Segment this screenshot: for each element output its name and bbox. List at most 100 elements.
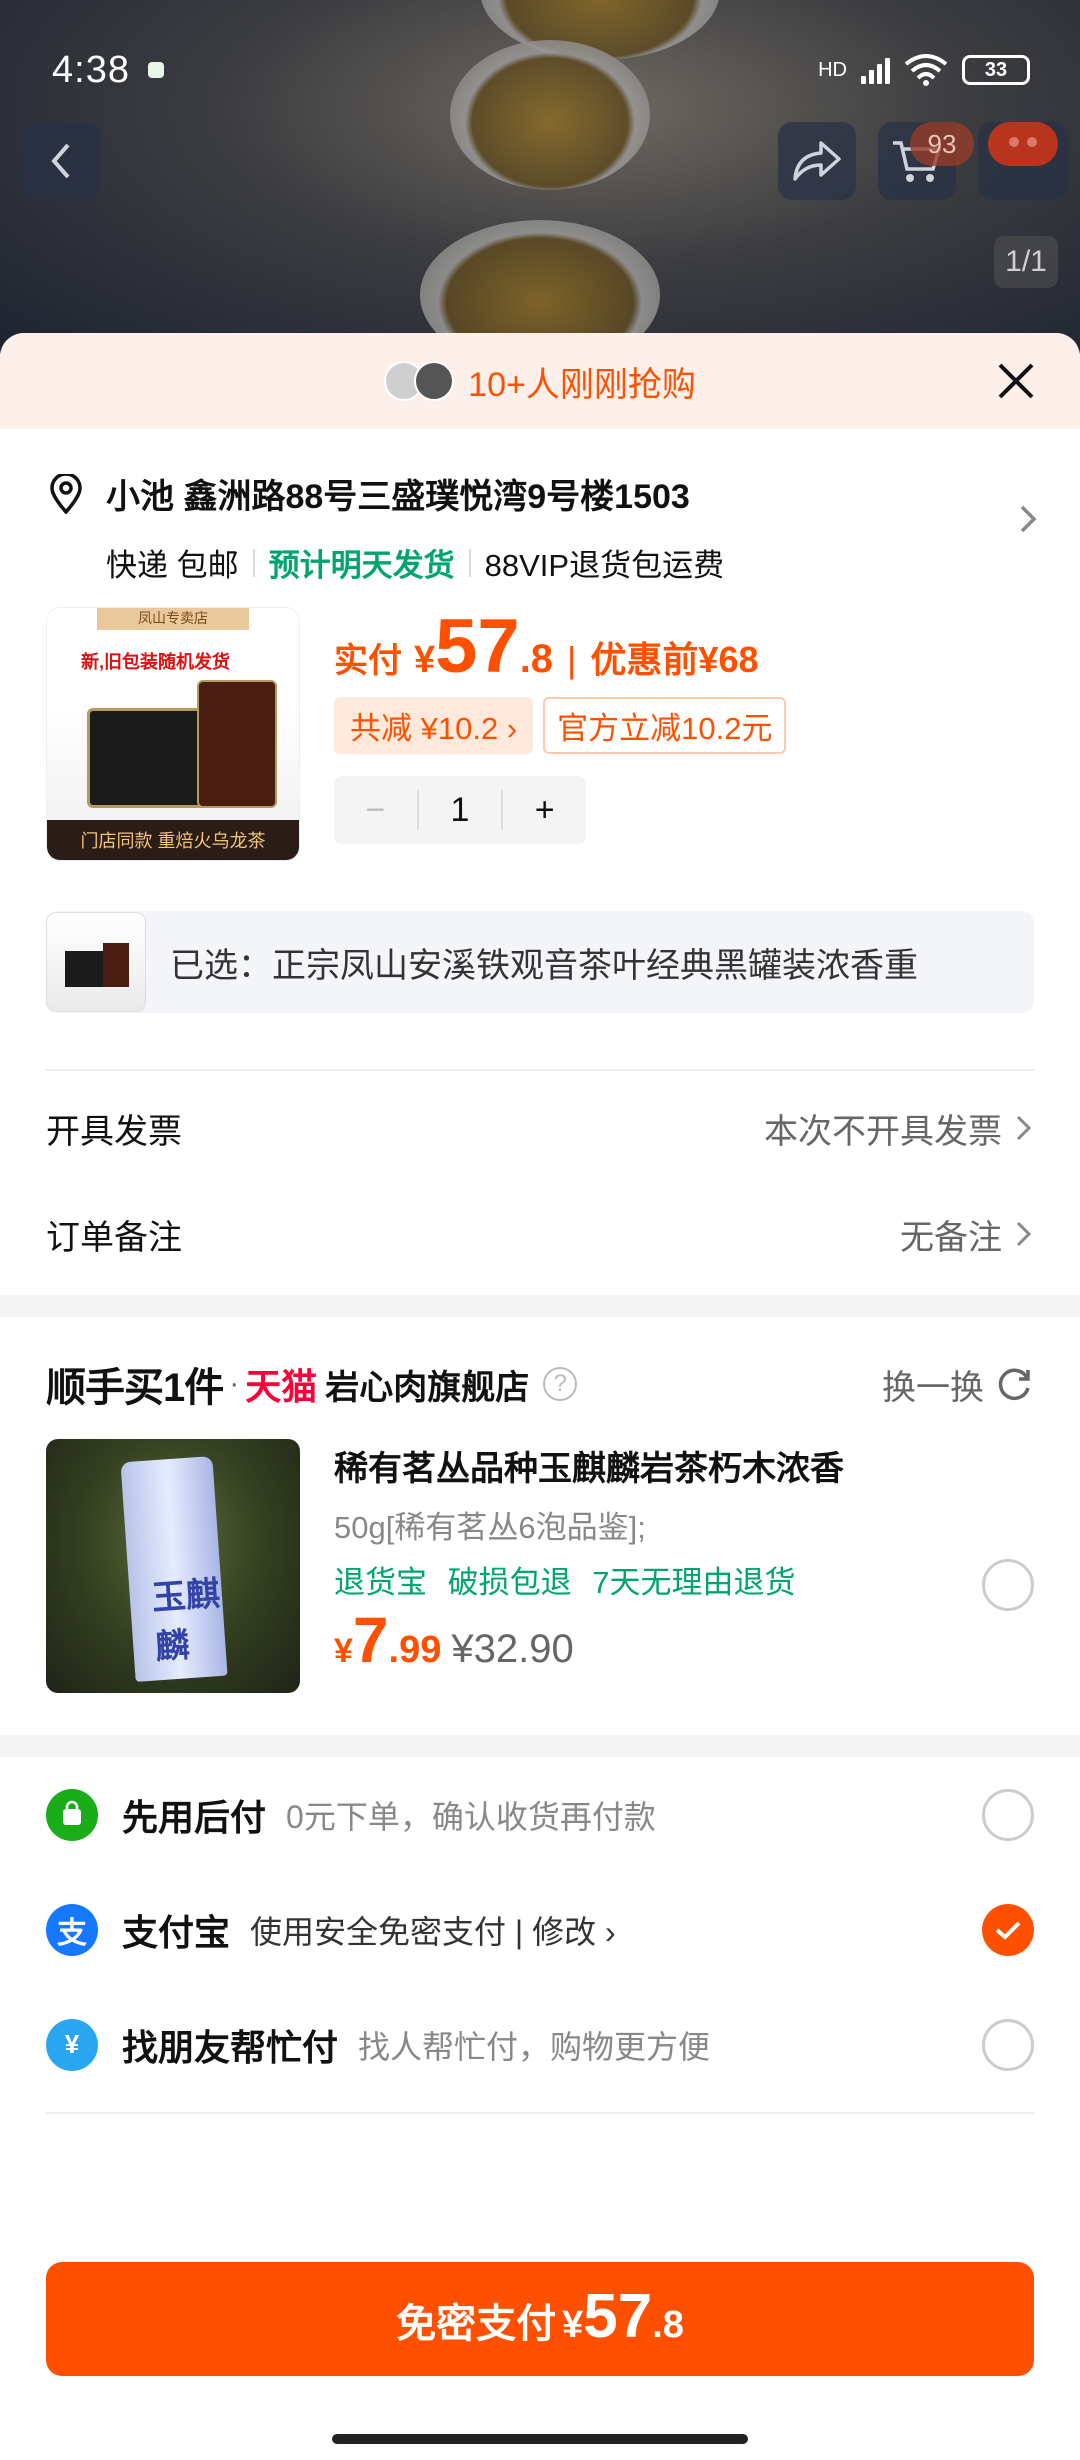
increase-button[interactable]: + [503, 791, 586, 830]
banner-text: 10+人刚刚抢购 [468, 365, 696, 404]
ship-method: 快递 包邮 [106, 548, 239, 583]
addon-item-image[interactable]: 玉麒麟 [46, 1439, 300, 1693]
avatar [414, 361, 455, 401]
before-discount-label: 优惠前 [590, 639, 699, 680]
pay-option-friend[interactable]: ¥ 找朋友帮忙付 找人帮忙付，购物更方便 [0, 1987, 1080, 2102]
remark-row[interactable]: 订单备注 无备注 [0, 1177, 1080, 1291]
addon-title: 顺手买1件 [46, 1366, 224, 1410]
before-discount-price: ¥68 [698, 639, 759, 680]
ship-eta: 预计明天发货 [268, 548, 455, 583]
addon-item-spec: 50g[稀有茗丛6泡品鉴]; [334, 1510, 646, 1545]
price-decimal: .8 [519, 637, 554, 681]
addon-old-price: ¥32.90 [451, 1627, 574, 1671]
battery-icon: 33 [962, 55, 1030, 85]
alipay-icon: 支 [46, 1903, 98, 1956]
close-icon[interactable] [996, 361, 1036, 401]
invoice-value: 本次不开具发票 [764, 1112, 1002, 1151]
pay-button-label: 免密支付 [396, 2302, 557, 2346]
quantity-stepper: − 1 + [334, 776, 586, 844]
remark-value: 无备注 [900, 1218, 1002, 1257]
paylater-icon [46, 1788, 98, 1841]
address-section[interactable]: 小池 鑫洲路88号三盛璞悦湾9号楼1503 快递 包邮 预计明天发货 88VIP… [0, 429, 1080, 589]
tmall-logo: 天猫 [245, 1366, 318, 1407]
more-badge [988, 122, 1058, 166]
addon-select-radio[interactable] [982, 1559, 1034, 1611]
paylater-name: 先用后付 [122, 1796, 267, 1838]
product-row: 凤山专卖店 新,旧包装随机发货 门店同款 重焙火乌龙茶 实付 ¥ 57 .8 |… [0, 607, 1080, 861]
friend-pay-name: 找朋友帮忙付 [122, 2026, 339, 2068]
addon-item-guarantees: 退货宝 破损包退 7天无理由退货 [334, 1565, 796, 1600]
addon-section: 顺手买1件 · 天猫 岩心肉旗舰店 ? 换一换 玉麒麟 稀有茗丛品种玉麒麟岩茶朽… [0, 1317, 1080, 1693]
friend-pay-desc: 找人帮忙付，购物更方便 [358, 2028, 711, 2065]
home-indicator[interactable] [332, 2434, 748, 2444]
section-gap [0, 1735, 1080, 1757]
dots-icon [1009, 137, 1037, 147]
addon-store-name[interactable]: 岩心肉旗舰店 [325, 1360, 529, 1409]
currency: ¥ [414, 639, 436, 681]
network-type: HD [818, 58, 847, 81]
image-pager: 1/1 [994, 236, 1058, 288]
notification-icon [147, 62, 164, 78]
chevron-right-icon [1016, 1115, 1032, 1141]
remark-label: 订单备注 [46, 1218, 182, 1257]
selected-sku[interactable]: 已选：正宗凤山安溪铁观音茶叶经典黑罐装浓香重 [46, 911, 1034, 1013]
alipay-name: 支付宝 [122, 1911, 231, 1953]
addon-price-decimal: .99 [388, 1629, 442, 1671]
paid-label: 实付 [334, 642, 402, 680]
addon-price-integer: 7 [352, 1604, 389, 1676]
location-pin-icon [50, 473, 82, 514]
official-discount-tag: 官方立减10.2元 [543, 697, 787, 754]
price-integer: 57 [435, 604, 520, 689]
paylater-desc: 0元下单，确认收货再付款 [286, 1798, 656, 1835]
swap-button[interactable]: 换一换 [882, 1360, 1034, 1409]
buyer-avatars [384, 361, 455, 401]
product-image-promo: 新,旧包装随机发货 [81, 652, 231, 672]
chevron-right-icon [1020, 505, 1037, 533]
friend-pay-radio[interactable] [982, 2018, 1034, 2071]
signal-icon [861, 56, 890, 84]
share-icon [793, 141, 841, 181]
friend-pay-icon: ¥ [46, 2018, 98, 2071]
help-icon[interactable]: ? [543, 1367, 578, 1401]
chevron-right-icon [1016, 1221, 1032, 1247]
product-image[interactable]: 凤山专卖店 新,旧包装随机发货 门店同款 重焙火乌龙茶 [46, 607, 300, 861]
decrease-button[interactable]: − [334, 791, 417, 830]
total-discount-text: 共减 ¥10.2 [350, 711, 499, 746]
chevron-left-icon [51, 143, 70, 179]
share-button[interactable] [778, 122, 856, 200]
addon-item[interactable]: 玉麒麟 稀有茗丛品种玉麒麟岩茶朽木浓香 50g[稀有茗丛6泡品鉴]; 退货宝 破… [46, 1439, 1034, 1693]
checkout-sheet: 10+人刚刚抢购 小池 鑫洲路88号三盛璞悦湾9号楼1503 快递 包邮 预计明… [0, 333, 1080, 2460]
invoice-row[interactable]: 开具发票 本次不开具发票 [0, 1071, 1080, 1185]
invoice-label: 开具发票 [46, 1112, 182, 1151]
price-line: 实付 ¥ 57 .8 | 优惠前 ¥68 [334, 604, 759, 689]
pay-button-price-integer: 57 [583, 2282, 653, 2351]
back-button[interactable] [22, 122, 100, 200]
alipay-radio-checked[interactable] [982, 1903, 1034, 1956]
swap-label: 换一换 [882, 1368, 984, 1407]
status-time: 4:38 [52, 48, 130, 91]
status-bar: 4:38 HD 33 [52, 40, 1030, 100]
wifi-icon [904, 54, 948, 86]
paylater-radio[interactable] [982, 1788, 1034, 1841]
store-label: 凤山专卖店 [97, 608, 249, 630]
pay-option-paylater[interactable]: 先用后付 0元下单，确认收货再付款 [0, 1757, 1080, 1872]
total-discount-tag[interactable]: 共减 ¥10.2 › [334, 697, 534, 754]
cart-count-badge: 93 [910, 122, 974, 166]
alipay-desc[interactable]: 使用安全免密支付 | 修改 › [250, 1907, 616, 1953]
address-text: 小池 鑫洲路88号三盛璞悦湾9号楼1503 [106, 478, 690, 516]
product-image-caption: 门店同款 重焙火乌龙茶 [47, 820, 299, 860]
addon-bag-text: 玉麒麟 [150, 1574, 222, 1667]
sku-thumbnail [46, 912, 146, 1012]
pay-button-price-decimal: .8 [652, 2304, 684, 2346]
selected-sku-text: 已选：正宗凤山安溪铁观音茶叶经典黑罐装浓香重 [170, 946, 918, 985]
addon-item-title: 稀有茗丛品种玉麒麟岩茶朽木浓香 [334, 1450, 844, 1488]
pay-option-alipay[interactable]: 支 支付宝 使用安全免密支付 | 修改 › [0, 1872, 1080, 1987]
addon-currency: ¥ [334, 1632, 353, 1670]
quantity-value[interactable]: 1 [416, 790, 504, 830]
return-shipping-note: 88VIP退货包运费 [484, 548, 725, 583]
divider [46, 2112, 1034, 2114]
check-icon [995, 1921, 1021, 1940]
buying-banner: 10+人刚刚抢购 [0, 333, 1080, 429]
pay-button[interactable]: 免密支付 ¥ 57 .8 [46, 2262, 1034, 2376]
refresh-icon [998, 1368, 1030, 1401]
